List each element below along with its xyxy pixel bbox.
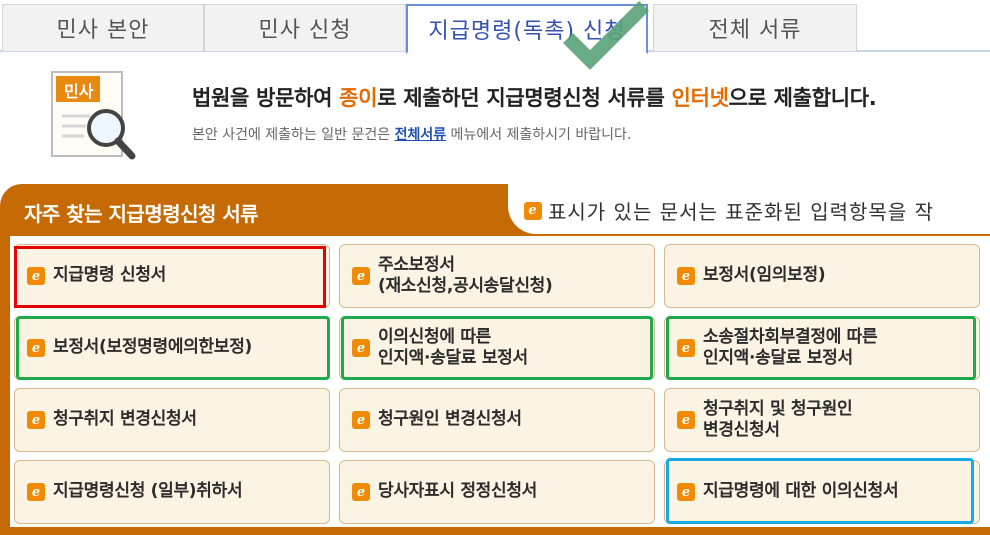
intro-title-text: 으로 제출합니다.: [728, 86, 877, 110]
doc-card-objection-to-payment-order[interactable]: e 지급명령에 대한 이의신청서: [664, 460, 980, 524]
doc-card-litigation-referral-fee-correction[interactable]: e 소송절차회부결정에 따른 인지액·송달료 보정서: [664, 316, 980, 380]
doc-card-claim-purpose-change[interactable]: e 청구취지 변경신청서: [14, 388, 330, 452]
doc-card-label: 이의신청에 따른 인지액·송달료 보정서: [378, 326, 528, 368]
e-form-icon: e: [677, 411, 695, 429]
tab-civil-application[interactable]: 민사 신청: [204, 4, 406, 51]
civil-document-icon: 민사: [50, 70, 136, 160]
doc-card-party-correction[interactable]: e 당사자표시 정정신청서: [339, 460, 655, 524]
doc-card-label: 보정서(보정명령에의한보정): [53, 337, 253, 358]
tab-all-documents[interactable]: 전체 서류: [653, 4, 857, 51]
e-form-icon: e: [524, 201, 542, 220]
e-form-icon: e: [27, 411, 45, 429]
e-form-icon: e: [27, 267, 45, 285]
intro-sub-text: 본안 사건에 제출하는 일반 문건은: [192, 127, 395, 143]
doc-card-label: 소송절차회부결정에 따른 인지액·송달료 보정서: [703, 326, 878, 368]
doc-card-payment-order-application[interactable]: e 지급명령 신청서: [14, 244, 330, 308]
doc-card-label: 지급명령에 대한 이의신청서: [703, 481, 899, 502]
all-documents-link[interactable]: 전체서류: [395, 127, 447, 143]
e-form-icon: e: [352, 339, 370, 357]
intro-highlight-paper: 종이: [339, 86, 378, 110]
doc-card-label: 보정서(임의보정): [703, 265, 826, 286]
doc-card-label: 주소보정서 (재소신청,공시송달신청): [378, 254, 553, 296]
legend: e 표시가 있는 문서는 표준화된 입력항목을 작: [524, 196, 934, 225]
intro-title: 법원을 방문하여 종이로 제출하던 지급명령신청 서류를 인터넷으로 제출합니다…: [192, 82, 877, 112]
doc-card-label: 지급명령신청 (일부)취하서: [53, 481, 243, 502]
intro-highlight-internet: 인터넷: [671, 86, 729, 110]
e-form-icon: e: [27, 483, 45, 501]
e-form-icon: e: [352, 411, 370, 429]
doc-card-address-correction[interactable]: e 주소보정서 (재소신청,공시송달신청): [339, 244, 655, 308]
doc-card-ordered-correction[interactable]: e 보정서(보정명령에의한보정): [14, 316, 330, 380]
intro-title-text: 법원을 방문하여: [192, 86, 340, 110]
doc-card-objection-fee-correction[interactable]: e 이의신청에 따른 인지액·송달료 보정서: [339, 316, 655, 380]
e-form-icon: e: [677, 339, 695, 357]
intro-subtitle: 본안 사건에 제출하는 일반 문건은 전체서류 메뉴에서 제출하시기 바랍니다.: [192, 124, 631, 144]
intro-title-text: 로 제출하던 지급명령신청 서류를: [377, 86, 672, 110]
doc-card-label: 청구취지 및 청구원인 변경신청서: [703, 398, 853, 440]
panel-title: 자주 찾는 지급명령신청 서류: [24, 202, 259, 226]
doc-card-label: 지급명령 신청서: [53, 265, 166, 286]
e-form-icon: e: [352, 267, 370, 285]
tab-bar: 민사 본안 민사 신청 지급명령(독촉) 신청 전체 서류: [0, 0, 990, 54]
doc-card-label: 당사자표시 정정신청서: [378, 481, 538, 502]
tab-civil-main[interactable]: 민사 본안: [2, 4, 204, 51]
legend-text: 표시가 있는 문서는 표준화된 입력항목을 작: [548, 200, 934, 224]
doc-card-claim-cause-change[interactable]: e 청구원인 변경신청서: [339, 388, 655, 452]
doc-card-voluntary-correction[interactable]: e 보정서(임의보정): [664, 244, 980, 308]
intro-sub-text: 메뉴에서 제출하시기 바랍니다.: [446, 127, 632, 143]
doc-card-withdrawal[interactable]: e 지급명령신청 (일부)취하서: [14, 460, 330, 524]
icon-label: 민사: [64, 82, 94, 101]
e-form-icon: e: [27, 339, 45, 357]
e-form-icon: e: [677, 267, 695, 285]
doc-card-label: 청구취지 변경신청서: [53, 409, 197, 430]
doc-card-label: 청구원인 변경신청서: [378, 409, 522, 430]
doc-card-claim-purpose-and-cause-change[interactable]: e 청구취지 및 청구원인 변경신청서: [664, 388, 980, 452]
e-form-icon: e: [677, 483, 695, 501]
e-form-icon: e: [352, 483, 370, 501]
tab-payment-order[interactable]: 지급명령(독촉) 신청: [406, 4, 648, 54]
